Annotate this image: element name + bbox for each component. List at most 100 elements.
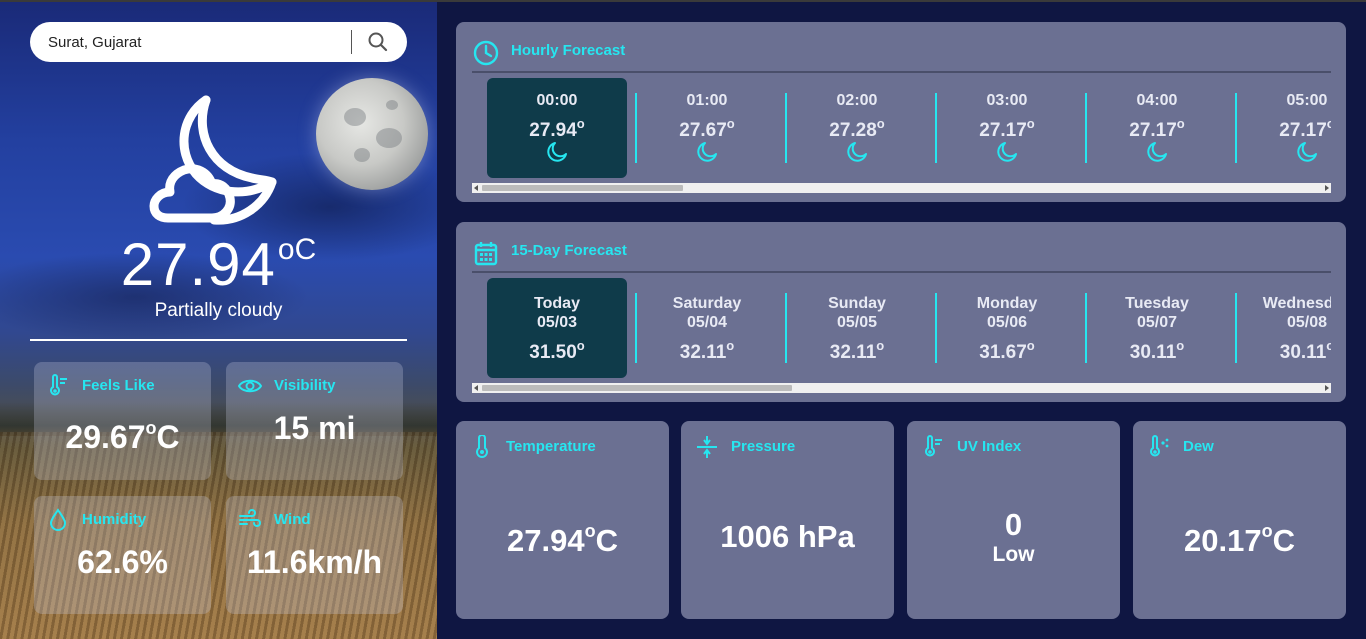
pressure-value: 1006 hPa [720, 519, 855, 554]
daily-forecast-card: 15-Day Forecast Today 05/03 31.50o Satur… [456, 222, 1346, 402]
hourly-forecast-title: Hourly Forecast [511, 42, 626, 59]
daily-date: 05/07 [1136, 314, 1178, 331]
wind-label: Wind [274, 511, 311, 528]
daily-temp: 30.11o [1129, 338, 1185, 363]
scroll-left-arrow-icon[interactable] [474, 385, 478, 391]
daily-date: 05/06 [986, 314, 1028, 331]
thermometer-icon [476, 435, 488, 458]
search-input[interactable] [48, 31, 348, 53]
daily-item[interactable]: Saturday 05/04 32.11o [635, 278, 777, 378]
search-bar [30, 22, 407, 62]
hourly-temp: 27.28o [829, 116, 885, 141]
daily-date: 05/05 [836, 314, 878, 331]
daily-item[interactable]: Monday 05/06 31.67o [935, 278, 1077, 378]
hourly-forecast-strip[interactable]: 00:00 27.94o 01:00 27.67o 02:00 27.28o 0… [472, 78, 1331, 182]
hourly-time: 00:00 [536, 92, 578, 109]
uv-index-level: Low [992, 543, 1035, 566]
daily-day: Monday [976, 295, 1038, 312]
daily-forecast-title: 15-Day Forecast [511, 242, 627, 259]
hourly-scroll-thumb[interactable] [482, 185, 683, 191]
uv-index-label: UV Index [957, 438, 1022, 455]
temperature-card: Temperature 27.94oC [456, 421, 669, 619]
moon-icon [697, 142, 717, 162]
clock-icon [473, 40, 499, 66]
daily-scroll-thumb[interactable] [482, 385, 792, 391]
scroll-left-arrow-icon[interactable] [474, 185, 478, 191]
temperature-label: Temperature [506, 438, 596, 455]
moon-icon [547, 142, 567, 162]
humidity-tile: Humidity 62.6% [34, 496, 211, 614]
uv-thermometer-icon [925, 435, 942, 457]
hourly-time: 01:00 [686, 92, 728, 109]
moon-cloud-icon [149, 95, 277, 225]
daily-temp: 30.11o [1279, 338, 1331, 363]
moon-icon [1297, 142, 1317, 162]
humidity-label: Humidity [82, 511, 147, 528]
hourly-time: 05:00 [1286, 92, 1328, 109]
hourly-temp: 27.94o [529, 116, 585, 141]
daily-day: Today [534, 295, 580, 312]
daily-divider [472, 271, 1331, 273]
hourly-item[interactable]: 02:00 27.28o [785, 78, 927, 178]
daily-item[interactable]: Sunday 05/05 32.11o [785, 278, 927, 378]
daily-item[interactable]: Today 05/03 31.50o [487, 278, 627, 378]
dew-value: 20.17oC [1184, 521, 1295, 558]
visibility-tile: Visibility 15 mi [226, 362, 403, 480]
wind-value: 11.6km/h [246, 544, 383, 580]
thermometer-icon [50, 374, 67, 396]
current-temperature-value: 27.94 [120, 231, 276, 298]
pressure-card: Pressure 1006 hPa [681, 421, 894, 619]
search-icon [368, 32, 388, 52]
daily-day: Tuesday [1125, 295, 1189, 312]
daily-day: Wednesday [1262, 295, 1331, 312]
uv-index-value: 0 [1004, 507, 1023, 542]
dew-label: Dew [1183, 438, 1214, 455]
droplet-icon [49, 508, 67, 531]
dew-icon [1150, 435, 1169, 457]
current-temperature: 27.94oC [0, 230, 437, 299]
hourly-temp: 27.17o [1129, 116, 1185, 141]
moon-icon [1147, 142, 1167, 162]
temperature-value: 27.94oC [507, 521, 618, 558]
daily-date: 05/04 [686, 314, 728, 331]
feels-like-label: Feels Like [82, 377, 155, 394]
hourly-time: 03:00 [986, 92, 1028, 109]
scroll-right-arrow-icon[interactable] [1325, 385, 1329, 391]
moon-background-image [316, 78, 428, 190]
wind-icon [239, 509, 261, 527]
hourly-scrollbar[interactable] [472, 183, 1331, 193]
hourly-item[interactable]: 00:00 27.94o [487, 78, 627, 178]
daily-day: Saturday [672, 295, 742, 312]
daily-temp: 31.50o [529, 338, 585, 363]
pressure-label: Pressure [731, 438, 796, 455]
daily-scrollbar[interactable] [472, 383, 1331, 393]
search-button[interactable] [364, 28, 392, 56]
current-condition: Partially cloudy [154, 300, 283, 321]
hourly-forecast-card: Hourly Forecast 00:00 27.94o 01:00 27.67… [456, 22, 1346, 202]
daily-date: 05/08 [1286, 314, 1328, 331]
search-divider [351, 30, 352, 54]
hourly-temp: 27.17o [979, 116, 1035, 141]
hourly-item[interactable]: 03:00 27.17o [935, 78, 1077, 178]
daily-item[interactable]: Tuesday 05/07 30.11o [1085, 278, 1227, 378]
hourly-divider [472, 71, 1331, 73]
hourly-item[interactable]: 05:00 27.17o [1235, 78, 1331, 178]
daily-item[interactable]: Wednesday 05/08 30.11o [1235, 278, 1331, 378]
eye-icon [238, 379, 262, 393]
hourly-item[interactable]: 01:00 27.67o [635, 78, 777, 178]
daily-day: Sunday [828, 295, 886, 312]
hourly-temp: 27.67o [679, 116, 735, 141]
visibility-label: Visibility [274, 377, 336, 394]
moon-icon [847, 142, 867, 162]
panel-divider [30, 339, 407, 341]
daily-date: 05/03 [536, 314, 578, 331]
scroll-right-arrow-icon[interactable] [1325, 185, 1329, 191]
hourly-item[interactable]: 04:00 27.17o [1085, 78, 1227, 178]
uv-index-card: UV Index 0 Low [907, 421, 1120, 619]
daily-temp: 32.11o [829, 338, 885, 363]
dew-card: Dew 20.17oC [1133, 421, 1346, 619]
pressure-icon [697, 436, 717, 458]
hourly-time: 04:00 [1136, 92, 1178, 109]
daily-forecast-strip[interactable]: Today 05/03 31.50o Saturday 05/04 32.11o… [472, 278, 1331, 382]
hourly-temp: 27.17o [1279, 116, 1331, 141]
